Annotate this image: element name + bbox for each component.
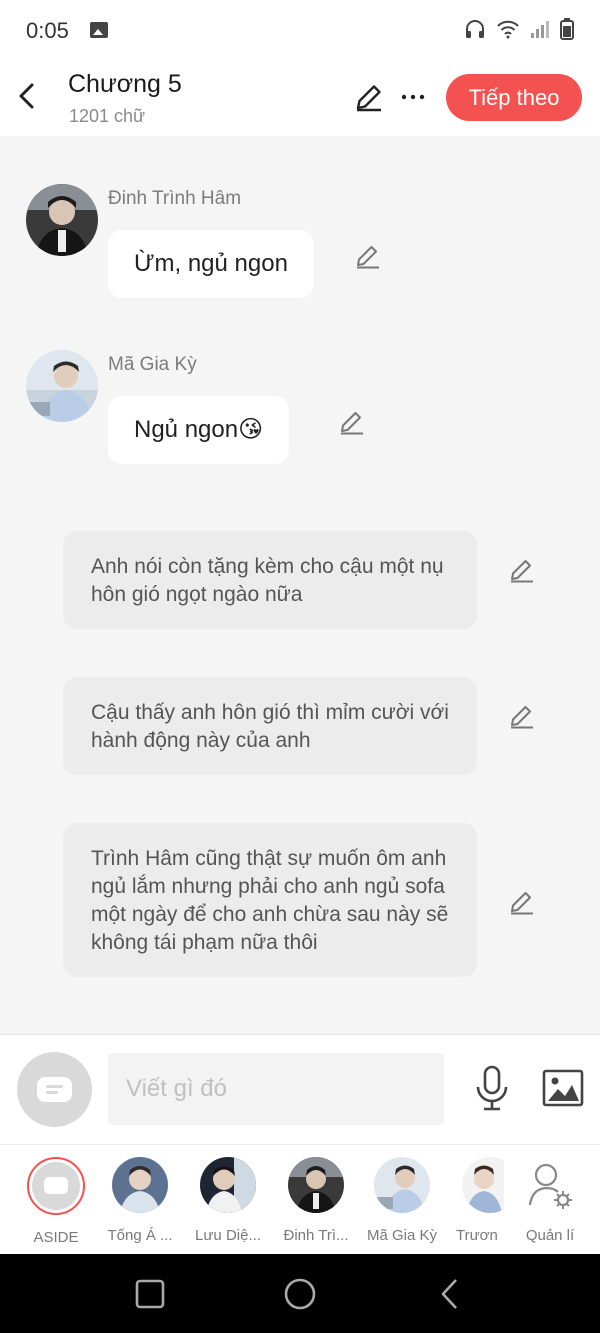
- pencil-icon: [356, 85, 381, 112]
- status-time: 0:05: [26, 18, 69, 43]
- pencil-icon: [511, 560, 533, 583]
- square-icon: [135, 1279, 165, 1309]
- character-label: ASIDE: [33, 1229, 79, 1246]
- character-aside[interactable]: ASIDE: [16, 1157, 96, 1246]
- microphone-icon: [476, 1065, 508, 1111]
- system-back-button[interactable]: [432, 1276, 468, 1312]
- gallery-notification-icon: [90, 22, 108, 38]
- headphones-icon: [466, 20, 484, 38]
- home-button[interactable]: [282, 1276, 318, 1312]
- avatar-ma-gia-ky[interactable]: [26, 350, 98, 422]
- edit-chapter-button[interactable]: [354, 82, 384, 112]
- battery-icon: [560, 18, 574, 40]
- aside-avatar: [27, 1157, 85, 1215]
- chat-area[interactable]: Đinh Trình Hâm Ừm, ngủ ngon Mã Gia Kỳ Ng…: [0, 136, 600, 1034]
- recent-apps-button[interactable]: [132, 1276, 168, 1312]
- circle-icon: [284, 1278, 316, 1310]
- character-label: Tống Á ...: [107, 1227, 173, 1244]
- pencil-icon: [511, 892, 533, 915]
- system-nav-bar: [0, 1254, 600, 1333]
- avatar-dinh-trinh-ham[interactable]: [26, 184, 98, 256]
- edit-message-button[interactable]: [338, 408, 366, 436]
- chevron-left-icon: [19, 83, 34, 109]
- more-dots-icon: [401, 94, 425, 100]
- signal-icon: [531, 21, 549, 38]
- message-composer: [0, 1034, 600, 1144]
- next-chapter-button[interactable]: Tiếp theo: [446, 74, 582, 121]
- character-truong[interactable]: Trươn: [450, 1157, 504, 1244]
- edit-narration-button[interactable]: [508, 702, 536, 730]
- avatar: [374, 1157, 430, 1213]
- insert-image-button[interactable]: [542, 1069, 584, 1107]
- character-label: Mã Gia Kỳ: [366, 1227, 438, 1244]
- chat-bubble-icon: [37, 1077, 72, 1102]
- wifi-icon: [497, 20, 519, 39]
- character-selector: ASIDE Tống Á ... Lưu Diệ... Đinh Trì... …: [0, 1144, 600, 1254]
- chapter-title: Chương 5: [68, 70, 182, 98]
- avatar: [462, 1157, 504, 1213]
- character-label: Lưu Diệ...: [195, 1227, 261, 1244]
- voice-input-button[interactable]: [474, 1065, 510, 1113]
- edit-narration-button[interactable]: [508, 556, 536, 584]
- chat-bubble-icon: [44, 1177, 68, 1194]
- message-input[interactable]: [108, 1053, 444, 1125]
- character-label: Quản lí: [525, 1227, 575, 1244]
- status-bar: 0:05: [0, 0, 600, 60]
- pencil-icon: [341, 412, 363, 435]
- edit-message-button[interactable]: [354, 242, 382, 270]
- more-options-button[interactable]: [398, 82, 428, 112]
- message-bubble[interactable]: Ngủ ngon😘: [108, 396, 290, 464]
- character-dinh-trinh[interactable]: Đinh Trì...: [276, 1157, 356, 1244]
- pencil-icon: [511, 706, 533, 729]
- narration-bubble[interactable]: Cậu thấy anh hôn gió thì mỉm cười với hà…: [63, 677, 477, 775]
- character-label: Trươn: [456, 1227, 498, 1244]
- word-count: 1201 chữ: [69, 106, 146, 126]
- back-button[interactable]: [14, 80, 42, 112]
- character-manage[interactable]: Quản lí: [510, 1157, 590, 1244]
- message-sender: Mã Gia Kỳ: [108, 354, 197, 375]
- manage-icon: [522, 1157, 578, 1213]
- narration-bubble[interactable]: Trình Hâm cũng thật sự muốn ôm anh ngủ l…: [63, 823, 477, 977]
- chapter-header: Chương 5 1201 chữ Tiếp theo: [0, 60, 600, 136]
- image-icon: [542, 1069, 584, 1107]
- avatar: [112, 1157, 168, 1213]
- pencil-icon: [357, 246, 379, 269]
- character-ma-gia-ky[interactable]: Mã Gia Kỳ: [362, 1157, 442, 1244]
- edit-narration-button[interactable]: [508, 888, 536, 916]
- message-bubble[interactable]: Ừm, ngủ ngon: [108, 230, 314, 298]
- back-triangle-icon: [441, 1279, 457, 1309]
- character-tong-a[interactable]: Tống Á ...: [100, 1157, 180, 1244]
- avatar: [288, 1157, 344, 1213]
- aside-toggle-button[interactable]: [17, 1052, 92, 1127]
- avatar: [200, 1157, 256, 1213]
- character-label: Đinh Trì...: [283, 1227, 349, 1244]
- message-sender: Đinh Trình Hâm: [108, 188, 242, 209]
- status-icons: [464, 18, 574, 40]
- character-luu-diu[interactable]: Lưu Diệ...: [188, 1157, 268, 1244]
- narration-bubble[interactable]: Anh nói còn tặng kèm cho cậu một nụ hôn …: [63, 531, 477, 629]
